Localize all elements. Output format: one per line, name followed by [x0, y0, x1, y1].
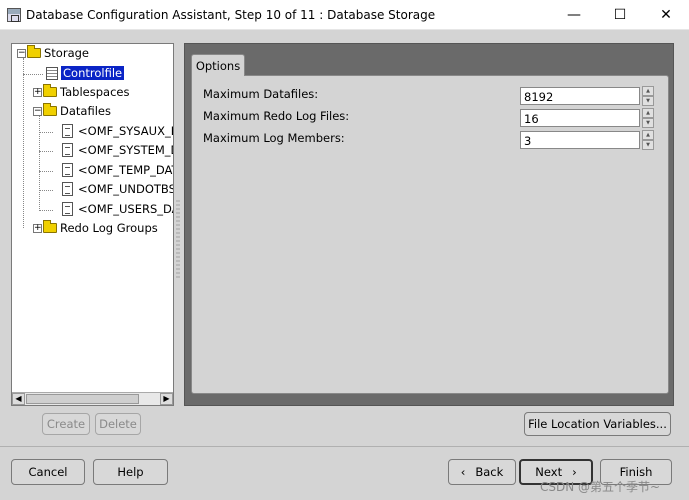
- divider: [0, 446, 689, 447]
- max-members-spinner[interactable]: ▲ ▼: [642, 130, 654, 150]
- tab-options[interactable]: Options: [191, 54, 245, 76]
- tree-item-label: Redo Log Groups: [60, 221, 158, 235]
- spin-down-icon[interactable]: ▼: [642, 118, 654, 128]
- tree-item-label: <OMF_TEMP_DAT: [78, 163, 174, 177]
- tree-item-controlfile[interactable]: Controlfile: [46, 64, 125, 82]
- collapse-icon[interactable]: −: [33, 106, 42, 116]
- tree-item-storage[interactable]: − Storage: [17, 44, 89, 62]
- folder-open-icon: [27, 45, 41, 58]
- tree-line: [39, 190, 53, 191]
- tree-item-tablespaces[interactable]: + Tablespaces: [33, 83, 129, 101]
- scroll-thumb[interactable]: [26, 394, 139, 404]
- tree-item-redo-log-groups[interactable]: + Redo Log Groups: [33, 219, 158, 237]
- tree-line: [39, 132, 53, 133]
- tree-line: [39, 116, 40, 211]
- tree-item-datafile[interactable]: <OMF_UNDOTBS:: [62, 180, 174, 198]
- max-redo-input[interactable]: 16: [520, 109, 640, 127]
- tree-item-label: Storage: [44, 46, 89, 60]
- tree-item-label: <OMF_USERS_DAT: [78, 202, 173, 216]
- max-redo-label: Maximum Redo Log Files:: [203, 109, 350, 123]
- chevron-right-icon: ›: [572, 465, 577, 479]
- maximize-button[interactable]: ☐: [597, 0, 643, 30]
- tree-line: [39, 151, 53, 152]
- expand-icon[interactable]: +: [33, 223, 42, 233]
- tree-item-label: <OMF_UNDOTBS:: [78, 182, 174, 196]
- max-datafiles-spinner[interactable]: ▲ ▼: [642, 86, 654, 106]
- next-label: Next: [535, 465, 563, 479]
- tree-item-datafile[interactable]: <OMF_SYSAUX_DA: [62, 122, 173, 140]
- tree-item-label: <OMF_SYSTEM_D: [78, 143, 174, 157]
- spin-down-icon[interactable]: ▼: [642, 140, 654, 150]
- folder-open-icon: [43, 103, 57, 116]
- tree-line: [39, 210, 53, 211]
- datafile-icon: [62, 202, 73, 216]
- storage-tree[interactable]: − Storage Controlfile + Tablespaces − Da…: [11, 43, 174, 406]
- datafile-icon: [62, 124, 73, 138]
- tree-item-label: Controlfile: [61, 66, 125, 80]
- datafile-icon: [62, 163, 73, 177]
- help-button[interactable]: Help: [93, 459, 168, 485]
- file-location-variables-button[interactable]: File Location Variables...: [524, 412, 671, 436]
- collapse-icon[interactable]: −: [17, 48, 26, 58]
- tree-item-datafile[interactable]: <OMF_SYSTEM_D: [62, 141, 174, 159]
- datafile-icon: [62, 143, 73, 157]
- back-label: Back: [475, 465, 504, 479]
- tree-line: [39, 171, 53, 172]
- tree-item-label: Tablespaces: [60, 85, 130, 99]
- tree-item-datafile[interactable]: <OMF_USERS_DAT: [62, 200, 173, 218]
- cancel-button[interactable]: Cancel: [11, 459, 85, 485]
- controlfile-icon: [46, 66, 58, 80]
- app-icon: [7, 7, 21, 22]
- max-datafiles-label: Maximum Datafiles:: [203, 87, 319, 101]
- tree-item-datafiles[interactable]: − Datafiles: [33, 102, 111, 120]
- minimize-button[interactable]: —: [551, 0, 597, 30]
- panel-splitter[interactable]: [176, 200, 180, 280]
- folder-icon: [43, 84, 57, 97]
- chevron-left-icon: ‹: [460, 465, 466, 479]
- back-button[interactable]: ‹ Back: [448, 459, 516, 485]
- delete-button[interactable]: Delete: [95, 413, 141, 435]
- max-members-input[interactable]: 3: [520, 131, 640, 149]
- max-datafiles-input[interactable]: 8192: [520, 87, 640, 105]
- spin-down-icon[interactable]: ▼: [642, 96, 654, 106]
- tree-item-datafile[interactable]: <OMF_TEMP_DAT: [62, 161, 174, 179]
- title-bar: Database Configuration Assistant, Step 1…: [0, 0, 689, 30]
- max-members-label: Maximum Log Members:: [203, 131, 345, 145]
- tree-item-label: Datafiles: [60, 104, 111, 118]
- scroll-right-icon[interactable]: ▶: [160, 393, 173, 405]
- max-redo-spinner[interactable]: ▲ ▼: [642, 108, 654, 128]
- spin-up-icon[interactable]: ▲: [642, 86, 654, 96]
- window-title: Database Configuration Assistant, Step 1…: [26, 7, 436, 22]
- close-button[interactable]: ✕: [643, 0, 689, 30]
- folder-icon: [43, 220, 57, 233]
- tree-line: [23, 74, 43, 75]
- create-button[interactable]: Create: [42, 413, 90, 435]
- horizontal-scrollbar[interactable]: ◀ ▶: [12, 392, 173, 405]
- tree-line: [23, 58, 24, 228]
- expand-icon[interactable]: +: [33, 87, 42, 97]
- datafile-icon: [62, 182, 73, 196]
- tree-item-label: <OMF_SYSAUX_DA: [78, 124, 173, 138]
- spin-up-icon[interactable]: ▲: [642, 130, 654, 140]
- spin-up-icon[interactable]: ▲: [642, 108, 654, 118]
- watermark: CSDN @第五个季节~: [540, 480, 661, 494]
- scroll-left-icon[interactable]: ◀: [12, 393, 25, 405]
